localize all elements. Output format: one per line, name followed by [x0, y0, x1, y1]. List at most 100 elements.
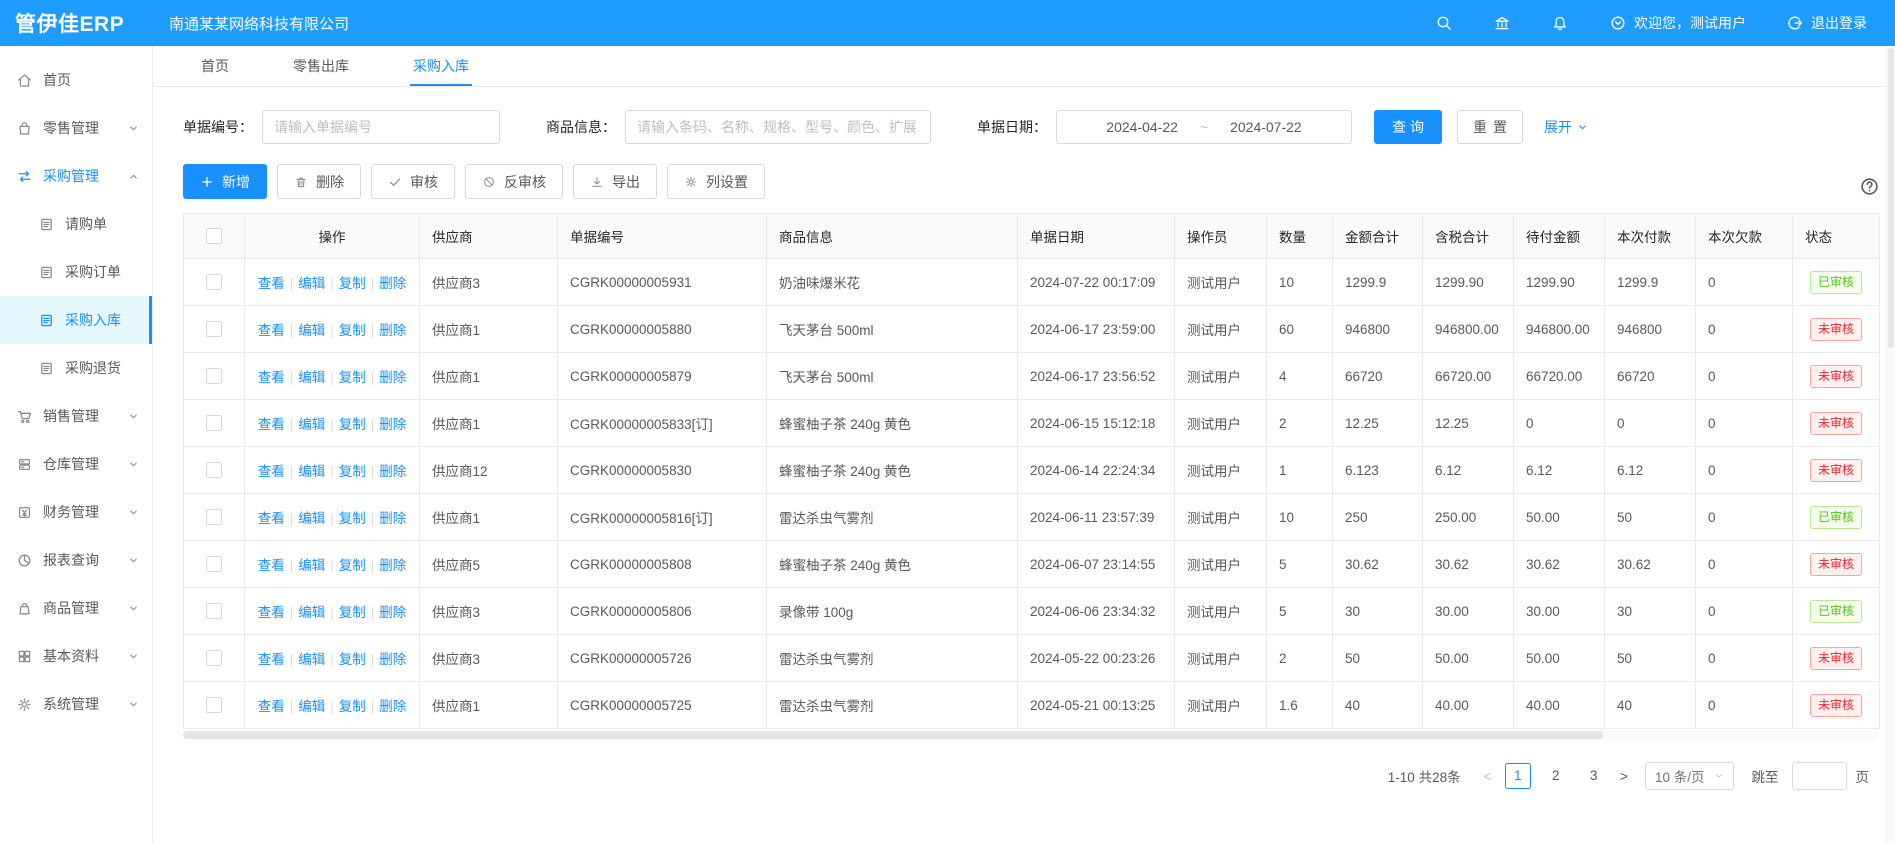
- page-button-3[interactable]: 3: [1581, 763, 1607, 789]
- action-link[interactable]: 查看: [258, 511, 285, 526]
- action-link[interactable]: 编辑: [298, 323, 325, 338]
- sidebar-item-label: 仓库管理: [43, 454, 99, 474]
- action-link[interactable]: 编辑: [298, 370, 325, 385]
- sidebar-item-retail-mgmt[interactable]: 零售管理: [0, 104, 152, 152]
- row-checkbox[interactable]: [206, 697, 222, 713]
- select-all-checkbox[interactable]: [206, 228, 222, 244]
- sidebar-item-purchase-return[interactable]: 采购退货: [0, 344, 152, 392]
- action-link[interactable]: 删除: [379, 652, 406, 667]
- goods-input[interactable]: [625, 110, 931, 144]
- action-link[interactable]: 编辑: [298, 464, 325, 479]
- search-icon[interactable]: [1435, 14, 1453, 32]
- action-link[interactable]: 复制: [339, 464, 366, 479]
- tab-home[interactable]: 首页: [198, 46, 232, 86]
- cell-date: 2024-05-21 00:13:25: [1018, 682, 1175, 729]
- action-link[interactable]: 查看: [258, 464, 285, 479]
- action-link[interactable]: 编辑: [298, 605, 325, 620]
- action-link[interactable]: 复制: [339, 699, 366, 714]
- delete-button[interactable]: 删除: [277, 164, 361, 199]
- action-link[interactable]: 复制: [339, 511, 366, 526]
- welcome-user[interactable]: 欢迎您，测试用户: [1609, 13, 1746, 33]
- export-button[interactable]: 导出: [573, 164, 657, 199]
- bell-icon[interactable]: [1551, 14, 1569, 32]
- bill-no-input[interactable]: [262, 110, 500, 144]
- sidebar-item-report-query[interactable]: 报表查询: [0, 536, 152, 584]
- row-checkbox[interactable]: [206, 650, 222, 666]
- sidebar-item-warehouse-mgmt[interactable]: 仓库管理: [0, 440, 152, 488]
- action-link[interactable]: 查看: [258, 323, 285, 338]
- action-link[interactable]: 复制: [339, 417, 366, 432]
- page-button-1[interactable]: 1: [1505, 763, 1531, 789]
- action-link[interactable]: 复制: [339, 605, 366, 620]
- action-link[interactable]: 编辑: [298, 417, 325, 432]
- action-link[interactable]: 编辑: [298, 276, 325, 291]
- unaudit-button[interactable]: 反审核: [465, 164, 563, 199]
- action-link[interactable]: 编辑: [298, 699, 325, 714]
- action-link[interactable]: 删除: [379, 417, 406, 432]
- table-row: 查看|编辑|复制|删除供应商1CGRK00000005725雷达杀虫气雾剂202…: [184, 682, 1880, 729]
- action-link[interactable]: 复制: [339, 558, 366, 573]
- row-checkbox[interactable]: [206, 509, 222, 525]
- search-button[interactable]: 查询: [1374, 110, 1442, 144]
- sidebar-item-finance-mgmt[interactable]: 财务管理: [0, 488, 152, 536]
- action-link[interactable]: 删除: [379, 558, 406, 573]
- action-link[interactable]: 编辑: [298, 558, 325, 573]
- action-link[interactable]: 删除: [379, 323, 406, 338]
- action-link[interactable]: 查看: [258, 699, 285, 714]
- action-link[interactable]: 查看: [258, 417, 285, 432]
- row-checkbox[interactable]: [206, 415, 222, 431]
- date-from: 2024-04-22: [1106, 119, 1178, 135]
- tab-retail-outbound[interactable]: 零售出库: [290, 46, 352, 86]
- action-link[interactable]: 编辑: [298, 652, 325, 667]
- row-checkbox[interactable]: [206, 556, 222, 572]
- sidebar-item-system-mgmt[interactable]: 系统管理: [0, 680, 152, 728]
- page-button-2[interactable]: 2: [1543, 763, 1569, 789]
- action-link[interactable]: 查看: [258, 558, 285, 573]
- action-link[interactable]: 复制: [339, 276, 366, 291]
- sidebar-item-basic-data[interactable]: 基本资料: [0, 632, 152, 680]
- row-checkbox[interactable]: [206, 462, 222, 478]
- sidebar-item-purchase-inbound[interactable]: 采购入库: [0, 296, 152, 344]
- action-link[interactable]: 查看: [258, 370, 285, 385]
- action-link[interactable]: 删除: [379, 511, 406, 526]
- reset-button[interactable]: 重置: [1457, 110, 1523, 144]
- sidebar-item-goods-mgmt[interactable]: 商品管理: [0, 584, 152, 632]
- date-range-input[interactable]: 2024-04-22 ~ 2024-07-22: [1056, 110, 1352, 144]
- prev-page-button[interactable]: <: [1484, 768, 1492, 784]
- jump-page-input[interactable]: [1792, 762, 1847, 790]
- audit-button[interactable]: 审核: [371, 164, 455, 199]
- action-link[interactable]: 查看: [258, 605, 285, 620]
- cell-paid: 6.12: [1605, 447, 1696, 494]
- logout-button[interactable]: 退出登录: [1786, 13, 1867, 33]
- vertical-scrollbar[interactable]: [1886, 46, 1895, 843]
- action-link[interactable]: 复制: [339, 323, 366, 338]
- sidebar-item-home[interactable]: 首页: [0, 56, 152, 104]
- action-link[interactable]: 删除: [379, 605, 406, 620]
- horizontal-scrollbar[interactable]: [183, 730, 1879, 740]
- expand-link[interactable]: 展开: [1544, 117, 1588, 137]
- tab-purchase-inbound[interactable]: 采购入库: [410, 46, 472, 86]
- action-link[interactable]: 复制: [339, 370, 366, 385]
- next-page-button[interactable]: >: [1620, 768, 1628, 784]
- action-link[interactable]: 删除: [379, 370, 406, 385]
- action-link[interactable]: 查看: [258, 276, 285, 291]
- bank-icon[interactable]: [1493, 14, 1511, 32]
- action-link[interactable]: 删除: [379, 276, 406, 291]
- action-link[interactable]: 编辑: [298, 511, 325, 526]
- action-link[interactable]: 复制: [339, 652, 366, 667]
- column-settings-button[interactable]: 列设置: [667, 164, 765, 199]
- row-checkbox[interactable]: [206, 603, 222, 619]
- sidebar-item-purchase-order[interactable]: 采购订单: [0, 248, 152, 296]
- help-icon[interactable]: [1859, 176, 1880, 197]
- add-button[interactable]: 新增: [183, 164, 267, 199]
- action-link[interactable]: 查看: [258, 652, 285, 667]
- sidebar-item-purchase-request[interactable]: 请购单: [0, 200, 152, 248]
- sidebar-item-sales-mgmt[interactable]: 销售管理: [0, 392, 152, 440]
- page-size-select[interactable]: 10 条/页: [1645, 762, 1734, 790]
- action-link[interactable]: 删除: [379, 464, 406, 479]
- row-checkbox[interactable]: [206, 274, 222, 290]
- sidebar-item-purchase-mgmt[interactable]: 采购管理: [0, 152, 152, 200]
- action-link[interactable]: 删除: [379, 699, 406, 714]
- row-checkbox[interactable]: [206, 368, 222, 384]
- row-checkbox[interactable]: [206, 321, 222, 337]
